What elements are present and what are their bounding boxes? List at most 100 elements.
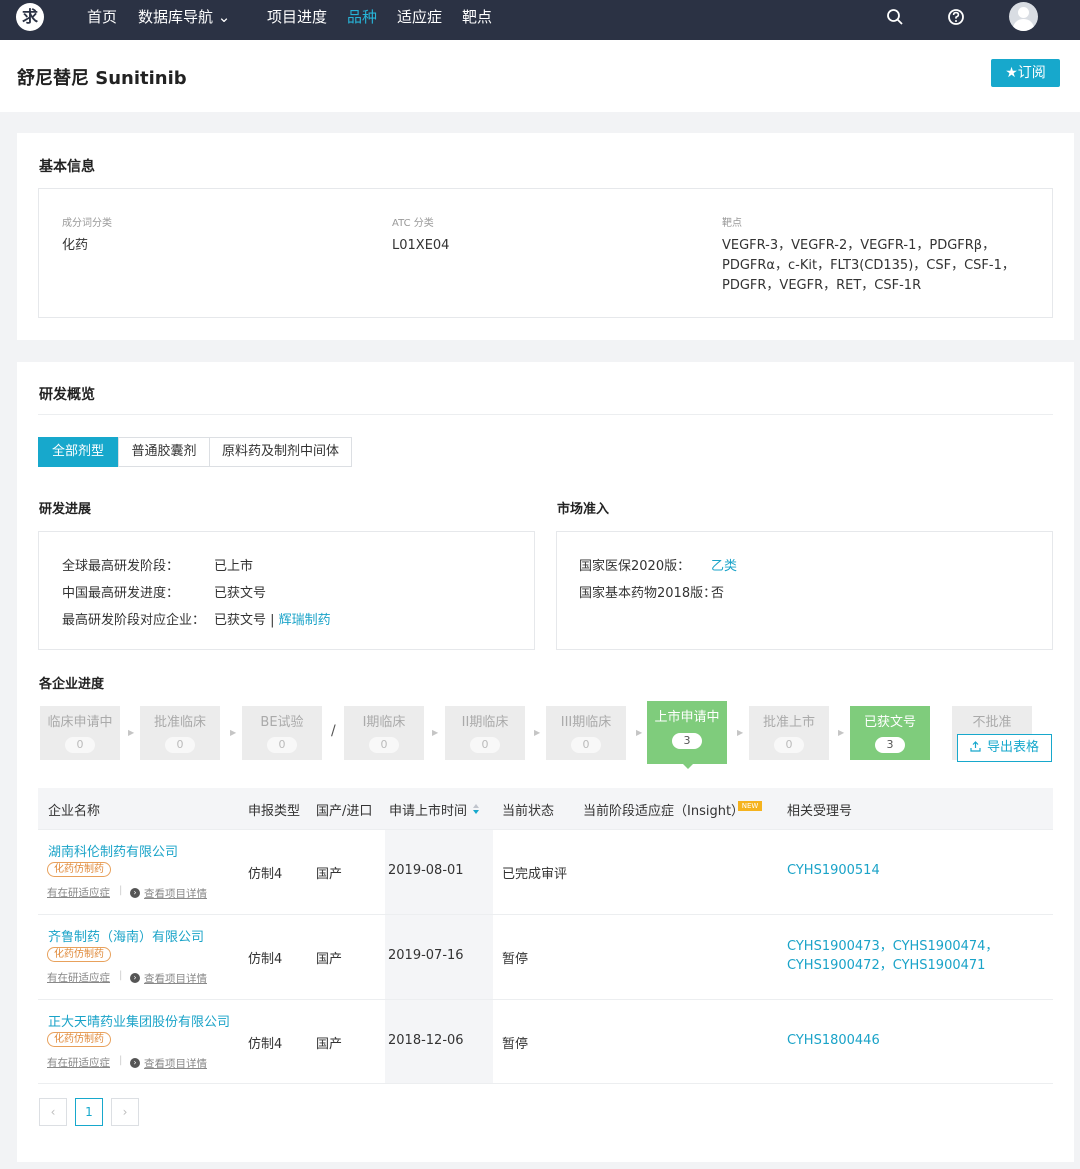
company-link[interactable]: 湖南科伦制药有限公司 — [48, 841, 178, 860]
china-stage-key: 中国最高研发进度： — [62, 586, 180, 601]
page-header: 舒尼替尼 Sunitinib ★订阅 — [0, 40, 1080, 112]
stage-clinical-approved[interactable]: 批准临床 0 — [140, 706, 220, 760]
stage-arrow-icon: ▶ — [432, 728, 439, 737]
company-link[interactable]: 齐鲁制药（海南）有限公司 — [48, 926, 204, 945]
acceptance-link[interactable]: CYHS1800446 — [787, 1031, 880, 1050]
date-cell: 2019-08-01 — [388, 863, 464, 878]
stage-slash: / — [331, 723, 336, 739]
stage-phase-1[interactable]: I期临床 0 — [344, 706, 424, 760]
market-access-title: 市场准入 — [557, 502, 610, 517]
logo-icon[interactable]: 求 — [16, 3, 44, 31]
indications-link[interactable]: 有在研适应症 — [47, 970, 110, 985]
acceptance-link[interactable]: CYHS1900514 — [787, 861, 880, 880]
subscribe-button[interactable]: ★订阅 — [991, 59, 1060, 87]
stage-count: 0 — [470, 737, 500, 753]
col-date[interactable]: 申请上市时间 — [389, 800, 467, 819]
target-value-line-1: VEGFR-3，VEGFR-2，VEGFR-1，PDGFRβ， — [722, 238, 996, 253]
nav-home[interactable]: 首页 — [87, 0, 117, 34]
row-divider — [38, 1083, 1053, 1084]
pagination-page-1[interactable]: 1 — [75, 1098, 103, 1126]
tab-all-forms[interactable]: 全部剂型 — [38, 437, 118, 467]
status-cell: 暂停 — [502, 952, 529, 967]
top-navbar: 求 首页 数据库导航 ⌄ 项目进度 品种 适应症 靶点 — [0, 0, 1080, 40]
avatar-head-icon — [1018, 7, 1029, 18]
col-type: 申报类型 — [248, 804, 301, 819]
project-details-link[interactable]: 查看项目详情 — [144, 971, 207, 986]
sort-icon[interactable] — [472, 803, 480, 815]
stage-market-approved[interactable]: 批准上市 0 — [749, 706, 829, 760]
indications-link[interactable]: 有在研适应症 — [47, 885, 110, 900]
pagination-next-button[interactable]: › — [111, 1098, 139, 1126]
nav-project-progress[interactable]: 项目进度 — [267, 0, 327, 34]
atc-value: L01XE04 — [392, 238, 450, 253]
type-cell: 仿制4 — [248, 952, 283, 967]
top-company-key: 最高研发阶段对应企业： — [62, 613, 206, 628]
help-icon[interactable] — [946, 7, 966, 27]
selected-stage-pointer — [681, 762, 695, 769]
row-divider — [38, 829, 1053, 830]
stage-count: 0 — [65, 737, 95, 753]
pfizer-link[interactable]: 辉瑞制药 — [279, 613, 331, 628]
col-indication: 当前阶段适应症（Insight） — [583, 804, 745, 819]
target-value-line-3: PDGFR，VEGFR，RET，CSF-1R — [722, 278, 922, 293]
acceptance-link[interactable]: CYHS1900472，CYHS1900471 — [787, 956, 985, 975]
essential-drug-value: 否 — [711, 586, 725, 601]
row-divider — [38, 914, 1053, 915]
new-badge: NEW — [738, 801, 762, 811]
stage-phase-2[interactable]: II期临床 0 — [445, 706, 525, 760]
stage-clinical-application[interactable]: 临床申请中 0 — [40, 706, 120, 760]
china-stage-value: 已获文号 — [214, 586, 267, 601]
stage-count: 0 — [267, 737, 297, 753]
stage-arrow-icon: ▶ — [128, 728, 135, 737]
link-separator: | — [119, 1055, 123, 1066]
stage-count: 3 — [875, 737, 905, 753]
date-cell: 2019-07-16 — [388, 948, 464, 963]
company-link[interactable]: 正大天晴药业集团股份有限公司 — [48, 1011, 230, 1030]
col-status: 当前状态 — [502, 804, 555, 819]
indications-link[interactable]: 有在研适应症 — [47, 1055, 110, 1070]
atc-label: ATC 分类 — [392, 218, 434, 229]
nav-targets[interactable]: 靶点 — [462, 0, 492, 34]
tab-api-intermediate[interactable]: 原料药及制剂中间体 — [209, 437, 352, 467]
origin-cell: 国产 — [316, 867, 343, 882]
insurance-class-link[interactable]: 乙类 — [711, 555, 737, 574]
stage-be-trial[interactable]: BE试验 0 — [242, 706, 322, 760]
nav-varieties[interactable]: 品种 — [347, 0, 377, 34]
stage-arrow-icon: ▶ — [230, 728, 237, 737]
link-separator: | — [119, 970, 123, 981]
drug-type-tag: 化药仿制药 — [47, 1032, 111, 1047]
tab-capsule[interactable]: 普通胶囊剂 — [118, 437, 210, 467]
export-label: 导出表格 — [986, 740, 1039, 755]
overview-card — [17, 362, 1074, 1162]
col-acceptance: 相关受理号 — [787, 804, 853, 819]
project-details-link[interactable]: 查看项目详情 — [144, 1056, 207, 1071]
acceptance-link[interactable]: CYHS1900473，CYHS1900474， — [787, 937, 998, 956]
details-icon: › — [130, 888, 140, 898]
details-icon: › — [130, 973, 140, 983]
export-table-button[interactable]: 导出表格 — [957, 734, 1052, 762]
nav-database[interactable]: 数据库导航 ⌄ — [138, 0, 230, 34]
stage-arrow-icon: ▶ — [534, 728, 541, 737]
stage-arrow-icon: ▶ — [636, 728, 643, 737]
origin-cell: 国产 — [316, 1037, 343, 1052]
global-stage-key: 全球最高研发阶段： — [62, 559, 180, 574]
stage-market-application[interactable]: 上市申请中 3 — [647, 701, 727, 764]
target-value-line-2: PDGFRα，c-Kit，FLT3(CD135)，CSF，CSF-1， — [722, 258, 1015, 273]
row-divider — [38, 999, 1053, 1000]
stage-count: 0 — [369, 737, 399, 753]
stage-license-obtained[interactable]: 已获文号 3 — [850, 706, 930, 760]
component-class-value: 化药 — [62, 238, 89, 253]
pagination-prev-button[interactable]: ‹ — [39, 1098, 67, 1126]
status-cell: 已完成审评 — [502, 867, 568, 882]
drug-type-tag: 化药仿制药 — [47, 862, 111, 877]
stage-phase-3[interactable]: III期临床 0 — [546, 706, 626, 760]
user-avatar[interactable] — [1009, 2, 1038, 31]
top-company-status: 已获文号 | — [214, 613, 279, 628]
project-details-link[interactable]: 查看项目详情 — [144, 886, 207, 901]
essential-drug-key: 国家基本药物2018版： — [579, 586, 717, 601]
type-cell: 仿制4 — [248, 1037, 283, 1052]
origin-cell: 国产 — [316, 952, 343, 967]
search-icon[interactable] — [885, 7, 905, 27]
nav-indications[interactable]: 适应症 — [397, 0, 442, 34]
status-cell: 暂停 — [502, 1037, 529, 1052]
